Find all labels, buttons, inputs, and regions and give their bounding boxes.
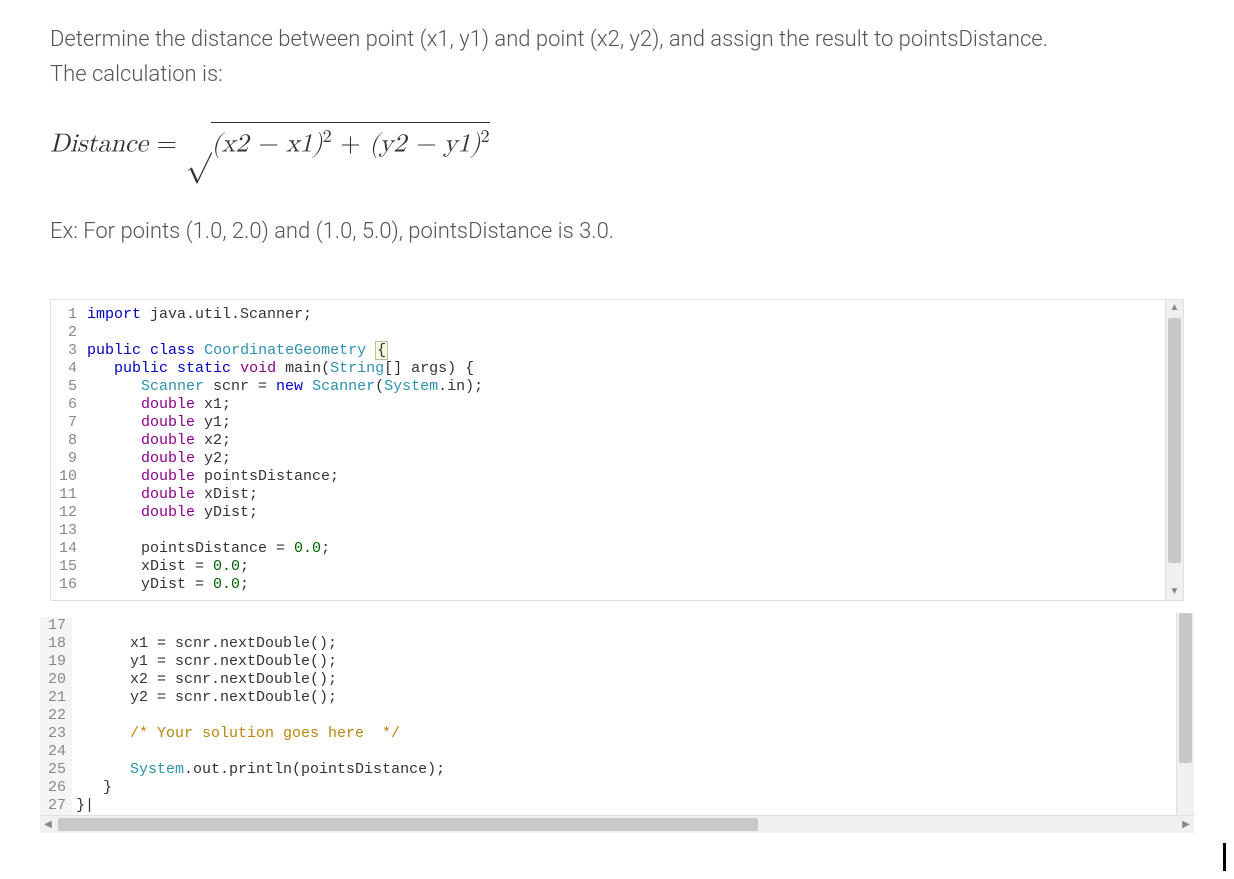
scroll-up-icon[interactable]: ▲ — [1166, 300, 1183, 316]
horizontal-scrollbar[interactable]: ◀ ▶ — [40, 815, 1194, 833]
code-content-top[interactable]: import java.util.Scanner; public class C… — [83, 306, 1183, 594]
scroll-down-icon[interactable]: ▼ — [1166, 584, 1183, 600]
line-gutter-bottom: 17 18 19 20 21 22 23 24 25 26 27 — [40, 617, 72, 815]
code-editor-bottom[interactable]: 17 18 19 20 21 22 23 24 25 26 27 x1 = sc… — [40, 613, 1194, 833]
vertical-scrollbar[interactable]: ▲ ▼ — [1165, 300, 1183, 600]
scroll-thumb[interactable] — [1168, 318, 1181, 563]
formula-radicand: (x2 − x1)2 + (y2 − y1)2 — [211, 122, 489, 161]
code-content-bottom[interactable]: x1 = scnr.nextDouble(); y1 = scnr.nextDo… — [72, 617, 1194, 815]
formula-lhs: Distance — [50, 132, 148, 158]
distance-formula: Distance = √(x2 − x1)2 + (y2 − y1)2 — [50, 122, 1184, 164]
sqrt-symbol: √ — [186, 130, 212, 161]
code-editor-top[interactable]: 1 2 3 4 5 6 7 8 9 10 11 12 13 14 15 16 i… — [50, 299, 1184, 601]
scroll-left-icon[interactable]: ◀ — [40, 816, 56, 833]
problem-line-2: The calculation is: — [50, 62, 223, 87]
text-cursor-icon — [1223, 843, 1226, 871]
problem-line-1: Determine the distance between point (x1… — [50, 27, 1048, 52]
line-gutter-top: 1 2 3 4 5 6 7 8 9 10 11 12 13 14 15 16 — [51, 306, 83, 594]
problem-statement: Determine the distance between point (x1… — [50, 22, 1184, 92]
vertical-scrollbar-bottom[interactable]: ▼ — [1176, 613, 1194, 833]
example-text: Ex: For points (1.0, 2.0) and (1.0, 5.0)… — [50, 219, 1184, 244]
scroll-right-icon[interactable]: ▶ — [1178, 816, 1194, 833]
scroll-thumb-bottom[interactable] — [1179, 613, 1192, 763]
hscroll-thumb[interactable] — [58, 818, 758, 831]
